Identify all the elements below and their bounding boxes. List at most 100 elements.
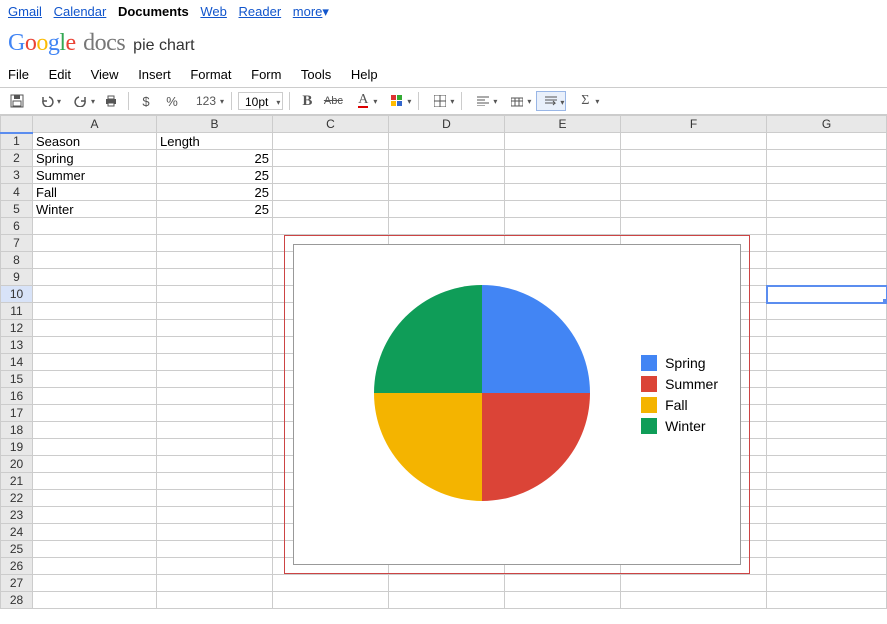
align-button[interactable] xyxy=(468,91,498,111)
cell-G25[interactable] xyxy=(767,541,887,558)
cell-B5[interactable]: 25 xyxy=(157,201,273,218)
cell-A12[interactable] xyxy=(33,320,157,337)
nav-gmail[interactable]: Gmail xyxy=(8,4,42,19)
cell-B24[interactable] xyxy=(157,524,273,541)
cell-B12[interactable] xyxy=(157,320,273,337)
menu-tools[interactable]: Tools xyxy=(301,67,331,82)
cell-G17[interactable] xyxy=(767,405,887,422)
nav-documents[interactable]: Documents xyxy=(118,4,189,19)
cell-E5[interactable] xyxy=(505,201,621,218)
cell-G18[interactable] xyxy=(767,422,887,439)
row-header[interactable]: 15 xyxy=(1,371,33,388)
col-header-f[interactable]: F xyxy=(621,116,767,133)
cell-B18[interactable] xyxy=(157,422,273,439)
cell-B28[interactable] xyxy=(157,592,273,609)
cell-A14[interactable] xyxy=(33,354,157,371)
cell-A4[interactable]: Fall xyxy=(33,184,157,201)
cell-B26[interactable] xyxy=(157,558,273,575)
formula-button[interactable]: Σ xyxy=(570,91,600,111)
cell-B6[interactable] xyxy=(157,218,273,235)
cell-G20[interactable] xyxy=(767,456,887,473)
cell-A26[interactable] xyxy=(33,558,157,575)
cell-G10[interactable] xyxy=(767,286,887,303)
print-icon[interactable] xyxy=(100,91,122,111)
number-format-button[interactable]: 123 xyxy=(187,91,225,111)
cell-F3[interactable] xyxy=(621,167,767,184)
cell-G11[interactable] xyxy=(767,303,887,320)
menu-file[interactable]: File xyxy=(8,67,29,82)
cell-E27[interactable] xyxy=(505,575,621,592)
cell-B22[interactable] xyxy=(157,490,273,507)
cell-G12[interactable] xyxy=(767,320,887,337)
row-header[interactable]: 3 xyxy=(1,167,33,184)
row-header[interactable]: 6 xyxy=(1,218,33,235)
cell-G8[interactable] xyxy=(767,252,887,269)
nav-reader[interactable]: Reader xyxy=(239,4,282,19)
cell-B27[interactable] xyxy=(157,575,273,592)
row-header[interactable]: 1 xyxy=(1,133,33,150)
cell-E2[interactable] xyxy=(505,150,621,167)
select-all-cell[interactable] xyxy=(1,116,33,133)
cell-A11[interactable] xyxy=(33,303,157,320)
cell-D1[interactable] xyxy=(389,133,505,150)
cell-B23[interactable] xyxy=(157,507,273,524)
cell-F4[interactable] xyxy=(621,184,767,201)
cell-B14[interactable] xyxy=(157,354,273,371)
row-header[interactable]: 12 xyxy=(1,320,33,337)
cell-D5[interactable] xyxy=(389,201,505,218)
cell-B16[interactable] xyxy=(157,388,273,405)
cell-A5[interactable]: Winter xyxy=(33,201,157,218)
cell-B3[interactable]: 25 xyxy=(157,167,273,184)
cell-B9[interactable] xyxy=(157,269,273,286)
row-header[interactable]: 7 xyxy=(1,235,33,252)
cell-G15[interactable] xyxy=(767,371,887,388)
percent-format-button[interactable]: % xyxy=(161,91,183,111)
row-header[interactable]: 19 xyxy=(1,439,33,456)
cell-B8[interactable] xyxy=(157,252,273,269)
row-header[interactable]: 23 xyxy=(1,507,33,524)
cell-G1[interactable] xyxy=(767,133,887,150)
col-header-g[interactable]: G xyxy=(767,116,887,133)
row-header[interactable]: 2 xyxy=(1,150,33,167)
bold-button[interactable]: B xyxy=(296,91,318,111)
col-header-d[interactable]: D xyxy=(389,116,505,133)
cell-G13[interactable] xyxy=(767,337,887,354)
cell-A7[interactable] xyxy=(33,235,157,252)
cell-A9[interactable] xyxy=(33,269,157,286)
row-header[interactable]: 17 xyxy=(1,405,33,422)
cell-C4[interactable] xyxy=(273,184,389,201)
cell-A23[interactable] xyxy=(33,507,157,524)
cell-G2[interactable] xyxy=(767,150,887,167)
nav-more[interactable]: more xyxy=(293,4,329,19)
cell-A2[interactable]: Spring xyxy=(33,150,157,167)
redo-icon[interactable] xyxy=(66,91,96,111)
cell-A21[interactable] xyxy=(33,473,157,490)
cell-F5[interactable] xyxy=(621,201,767,218)
row-header[interactable]: 8 xyxy=(1,252,33,269)
cell-A1[interactable]: Season xyxy=(33,133,157,150)
cell-A20[interactable] xyxy=(33,456,157,473)
row-header[interactable]: 4 xyxy=(1,184,33,201)
cell-A8[interactable] xyxy=(33,252,157,269)
cell-A25[interactable] xyxy=(33,541,157,558)
borders-button[interactable] xyxy=(425,91,455,111)
cell-G7[interactable] xyxy=(767,235,887,252)
cell-A28[interactable] xyxy=(33,592,157,609)
cell-B7[interactable] xyxy=(157,235,273,252)
cell-G3[interactable] xyxy=(767,167,887,184)
cell-G9[interactable] xyxy=(767,269,887,286)
cell-D3[interactable] xyxy=(389,167,505,184)
cell-G6[interactable] xyxy=(767,218,887,235)
cell-F27[interactable] xyxy=(621,575,767,592)
cell-F1[interactable] xyxy=(621,133,767,150)
cell-A16[interactable] xyxy=(33,388,157,405)
cell-D4[interactable] xyxy=(389,184,505,201)
row-header[interactable]: 20 xyxy=(1,456,33,473)
cell-B13[interactable] xyxy=(157,337,273,354)
col-header-e[interactable]: E xyxy=(505,116,621,133)
cell-G4[interactable] xyxy=(767,184,887,201)
chart-selection-frame[interactable]: Spring Summer Fall Winter xyxy=(284,235,750,574)
menu-edit[interactable]: Edit xyxy=(49,67,71,82)
col-header-c[interactable]: C xyxy=(273,116,389,133)
document-title[interactable]: pie chart xyxy=(133,37,194,55)
